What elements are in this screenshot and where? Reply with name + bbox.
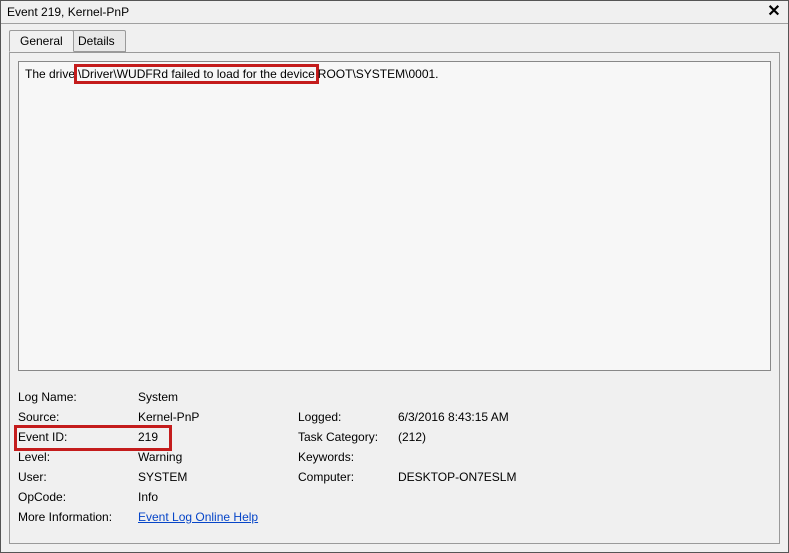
label-level: Level: — [18, 450, 138, 464]
row-more-info: More Information: Event Log Online Help — [18, 507, 771, 527]
tabstrip: General Details — [9, 30, 780, 52]
label-logged: Logged: — [298, 410, 398, 424]
label-more-info: More Information: — [18, 510, 138, 524]
value-user: SYSTEM — [138, 470, 298, 484]
row-user-computer: User: SYSTEM Computer: DESKTOP-ON7ESLM — [18, 467, 771, 487]
value-log-name: System — [138, 390, 298, 404]
msg-highlight: \Driver\WUDFRd failed to load for the de… — [74, 64, 319, 84]
value-source: Kernel-PnP — [138, 410, 298, 424]
label-user: User: — [18, 470, 138, 484]
msg-suffix: ROOT\SYSTEM\0001. — [318, 67, 439, 81]
event-message: The drive \Driver\WUDFRd failed to load … — [25, 66, 764, 82]
value-level: Warning — [138, 450, 298, 464]
titlebar: Event 219, Kernel-PnP ✕ — [1, 1, 788, 24]
window-title: Event 219, Kernel-PnP — [7, 5, 766, 19]
msg-prefix: The drive — [25, 67, 75, 81]
value-computer: DESKTOP-ON7ESLM — [398, 470, 598, 484]
row-log-name: Log Name: System — [18, 387, 771, 407]
row-opcode: OpCode: Info — [18, 487, 771, 507]
label-event-id: Event ID: — [18, 430, 138, 444]
value-event-id: 219 — [138, 430, 298, 444]
label-task-category: Task Category: — [298, 430, 398, 444]
row-level-keywords: Level: Warning Keywords: — [18, 447, 771, 467]
label-keywords: Keywords: — [298, 450, 398, 464]
tab-details[interactable]: Details — [67, 30, 126, 52]
row-eventid-taskcat: Event ID: 219 Task Category: (212) — [18, 427, 771, 447]
link-event-log-online-help[interactable]: Event Log Online Help — [138, 510, 258, 524]
value-opcode: Info — [138, 490, 298, 504]
label-log-name: Log Name: — [18, 390, 138, 404]
tabpanel-general: The drive \Driver\WUDFRd failed to load … — [9, 52, 780, 544]
event-details: Log Name: System Source: Kernel-PnP Logg… — [18, 387, 771, 527]
label-computer: Computer: — [298, 470, 398, 484]
label-source: Source: — [18, 410, 138, 424]
tab-general[interactable]: General — [9, 30, 74, 52]
value-task-category: (212) — [398, 430, 598, 444]
event-properties-window: Event 219, Kernel-PnP ✕ General Details … — [0, 0, 789, 553]
row-source-logged: Source: Kernel-PnP Logged: 6/3/2016 8:43… — [18, 407, 771, 427]
event-message-box[interactable]: The drive \Driver\WUDFRd failed to load … — [18, 61, 771, 371]
close-icon[interactable]: ✕ — [766, 5, 782, 19]
value-logged: 6/3/2016 8:43:15 AM — [398, 410, 598, 424]
label-opcode: OpCode: — [18, 490, 138, 504]
